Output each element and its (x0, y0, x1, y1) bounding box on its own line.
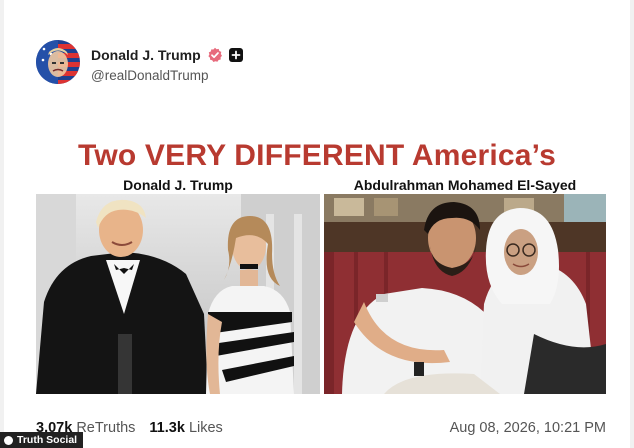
watermark-label: Truth Social (17, 434, 78, 446)
likes-label: Likes (188, 420, 223, 436)
card-border-left (0, 0, 4, 448)
display-name[interactable]: Donald J. Trump (91, 47, 201, 63)
truth-social-logo-icon (4, 435, 13, 445)
right-photo-caption: Abdulrahman Mohamed El-Sayed (353, 177, 577, 193)
verified-badge-icon (207, 47, 223, 63)
plus-badge-icon (228, 48, 243, 62)
likes-count: 11.3k (149, 420, 185, 436)
card-border-right (630, 0, 634, 448)
likes-stat[interactable]: 11.3k Likes (149, 420, 222, 436)
retruths-label: ReTruths (76, 420, 136, 436)
left-photo[interactable] (36, 194, 320, 394)
author-row: Donald J. Trump (91, 45, 243, 65)
avatar-image (36, 40, 80, 84)
right-photo[interactable] (324, 194, 606, 394)
post-timestamp[interactable]: Aug 08, 2026, 10:21 PM (450, 420, 606, 436)
graphic-headline: Two VERY DIFFERENT America’s (78, 139, 556, 172)
truth-social-watermark: Truth Social (0, 432, 84, 448)
truth-post-card: Donald J. Trump @realDonaldTrump Two VER… (0, 0, 634, 448)
avatar[interactable] (36, 40, 80, 84)
author-handle[interactable]: @realDonaldTrump (91, 68, 209, 83)
left-photo-caption: Donald J. Trump (123, 177, 233, 193)
